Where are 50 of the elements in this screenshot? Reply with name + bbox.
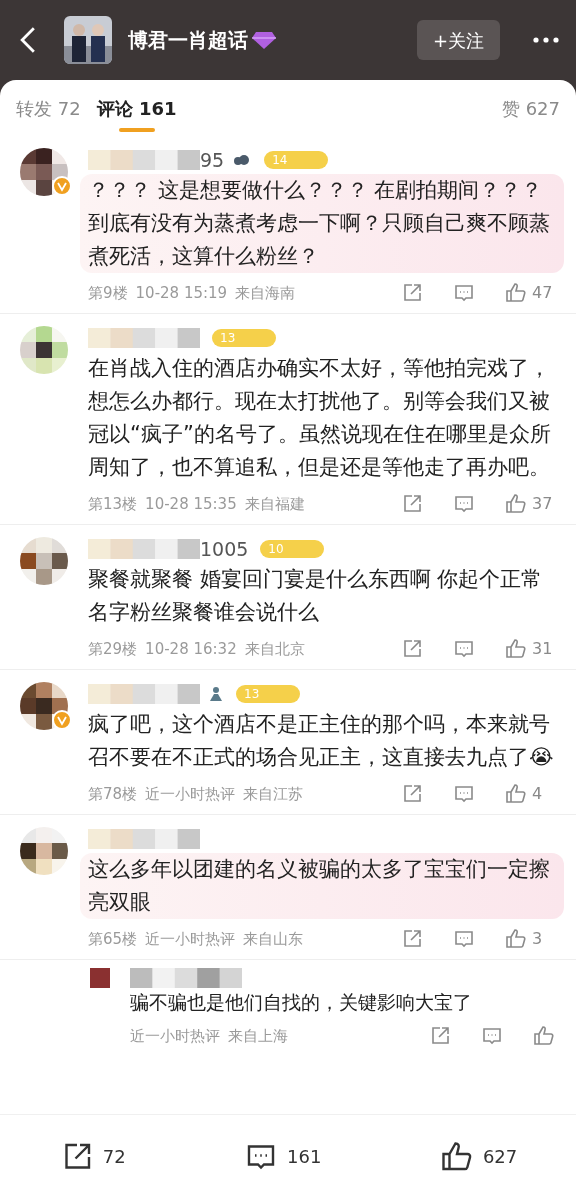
fan-level-badge: 14 [264, 151, 329, 169]
username-fragment: 1005 [200, 536, 249, 562]
tab[interactable]: 评论 161 [96, 80, 177, 136]
thumbs-up-icon[interactable] [504, 927, 528, 951]
floor-number: 第29楼 [88, 638, 138, 660]
like-count: 627 [482, 1145, 518, 1169]
fan-level-badge: 13 [236, 685, 300, 703]
comment-location: 来自福建 [244, 493, 305, 515]
comment-time: 近一小时热评 [130, 1025, 220, 1047]
fan-level-badge: 10 [260, 540, 325, 558]
likes-tab[interactable]: 赞 627 [501, 94, 560, 122]
like-count: 37 [532, 493, 554, 515]
reply-text: 骗不骗也是他们自找的，关键影响大宝了 [130, 990, 473, 1015]
comment-text: 在肖战入住的酒店办确实不太好，等他拍完戏了，想怎么办都行。现在太打扰他了。别等会我们又被冠以“疯子”的名号了。虽然说现在住在哪里是众所周知了，也不算追私，但是还是等他走了再办吧。 [88, 355, 552, 481]
comment-location: 来自江苏 [243, 783, 304, 805]
diamond-icon [252, 30, 276, 50]
like-count: 4 [532, 783, 544, 805]
thumbs-up-icon[interactable] [504, 637, 528, 661]
follow-button[interactable]: +关注 [416, 20, 500, 60]
thumbs-up-icon[interactable] [504, 281, 528, 305]
like-count: 47 [532, 282, 554, 304]
comment-location: 来自山东 [243, 928, 304, 950]
comment-time: 近一小时热评 [145, 783, 236, 805]
thumbs-up-icon[interactable] [504, 492, 528, 516]
like-count: 3 [532, 928, 544, 950]
comment-time: 10-28 16:32 [145, 638, 237, 660]
comment-count: 161 [287, 1145, 322, 1169]
comment-location: 来自北京 [244, 638, 305, 660]
comment-text: 疯了吧，这个酒店不是正主住的那个吗，本来就号召不要在不正式的场合见正主，这直接去九点了😭 [88, 711, 555, 771]
floor-number: 第78楼 [88, 783, 138, 805]
comment-location: 来自海南 [235, 282, 296, 304]
like-count: 31 [532, 638, 554, 660]
comment-text: ？？？ 这是想要做什么？？？ 在剧拍期间？？？到底有没有为蒸煮考虑一下啊？只顾自己爽不顾蒸煮死活，这算什么粉丝？ [88, 177, 551, 270]
comment-text: 聚餐就聚餐 婚宴回门宴是什么东西啊 你起个正常名字粉丝聚餐谁会说什么 [88, 566, 544, 626]
comment-text: 这么多年以团建的名义被骗的太多了宝宝们一定擦亮双眼 [88, 856, 551, 916]
floor-number: 第65楼 [88, 928, 138, 950]
page-title: 博君一肖超话 [128, 27, 248, 54]
thumbs-up-icon[interactable] [504, 782, 528, 806]
more-icon[interactable] [532, 36, 560, 44]
floor-number: 第9楼 [88, 282, 128, 304]
comment-time: 10-28 15:35 [145, 493, 237, 515]
comment-time: 近一小时热评 [145, 928, 236, 950]
comment-location: 来自上海 [228, 1025, 288, 1047]
comment-time: 10-28 15:19 [135, 282, 228, 304]
fan-level-badge: 13 [212, 329, 276, 347]
person-icon [208, 686, 224, 702]
floor-number: 第13楼 [88, 493, 138, 515]
share-count: 72 [102, 1145, 126, 1169]
username-fragment: 95 [200, 147, 225, 173]
thumbs-up-icon[interactable] [532, 1024, 556, 1048]
